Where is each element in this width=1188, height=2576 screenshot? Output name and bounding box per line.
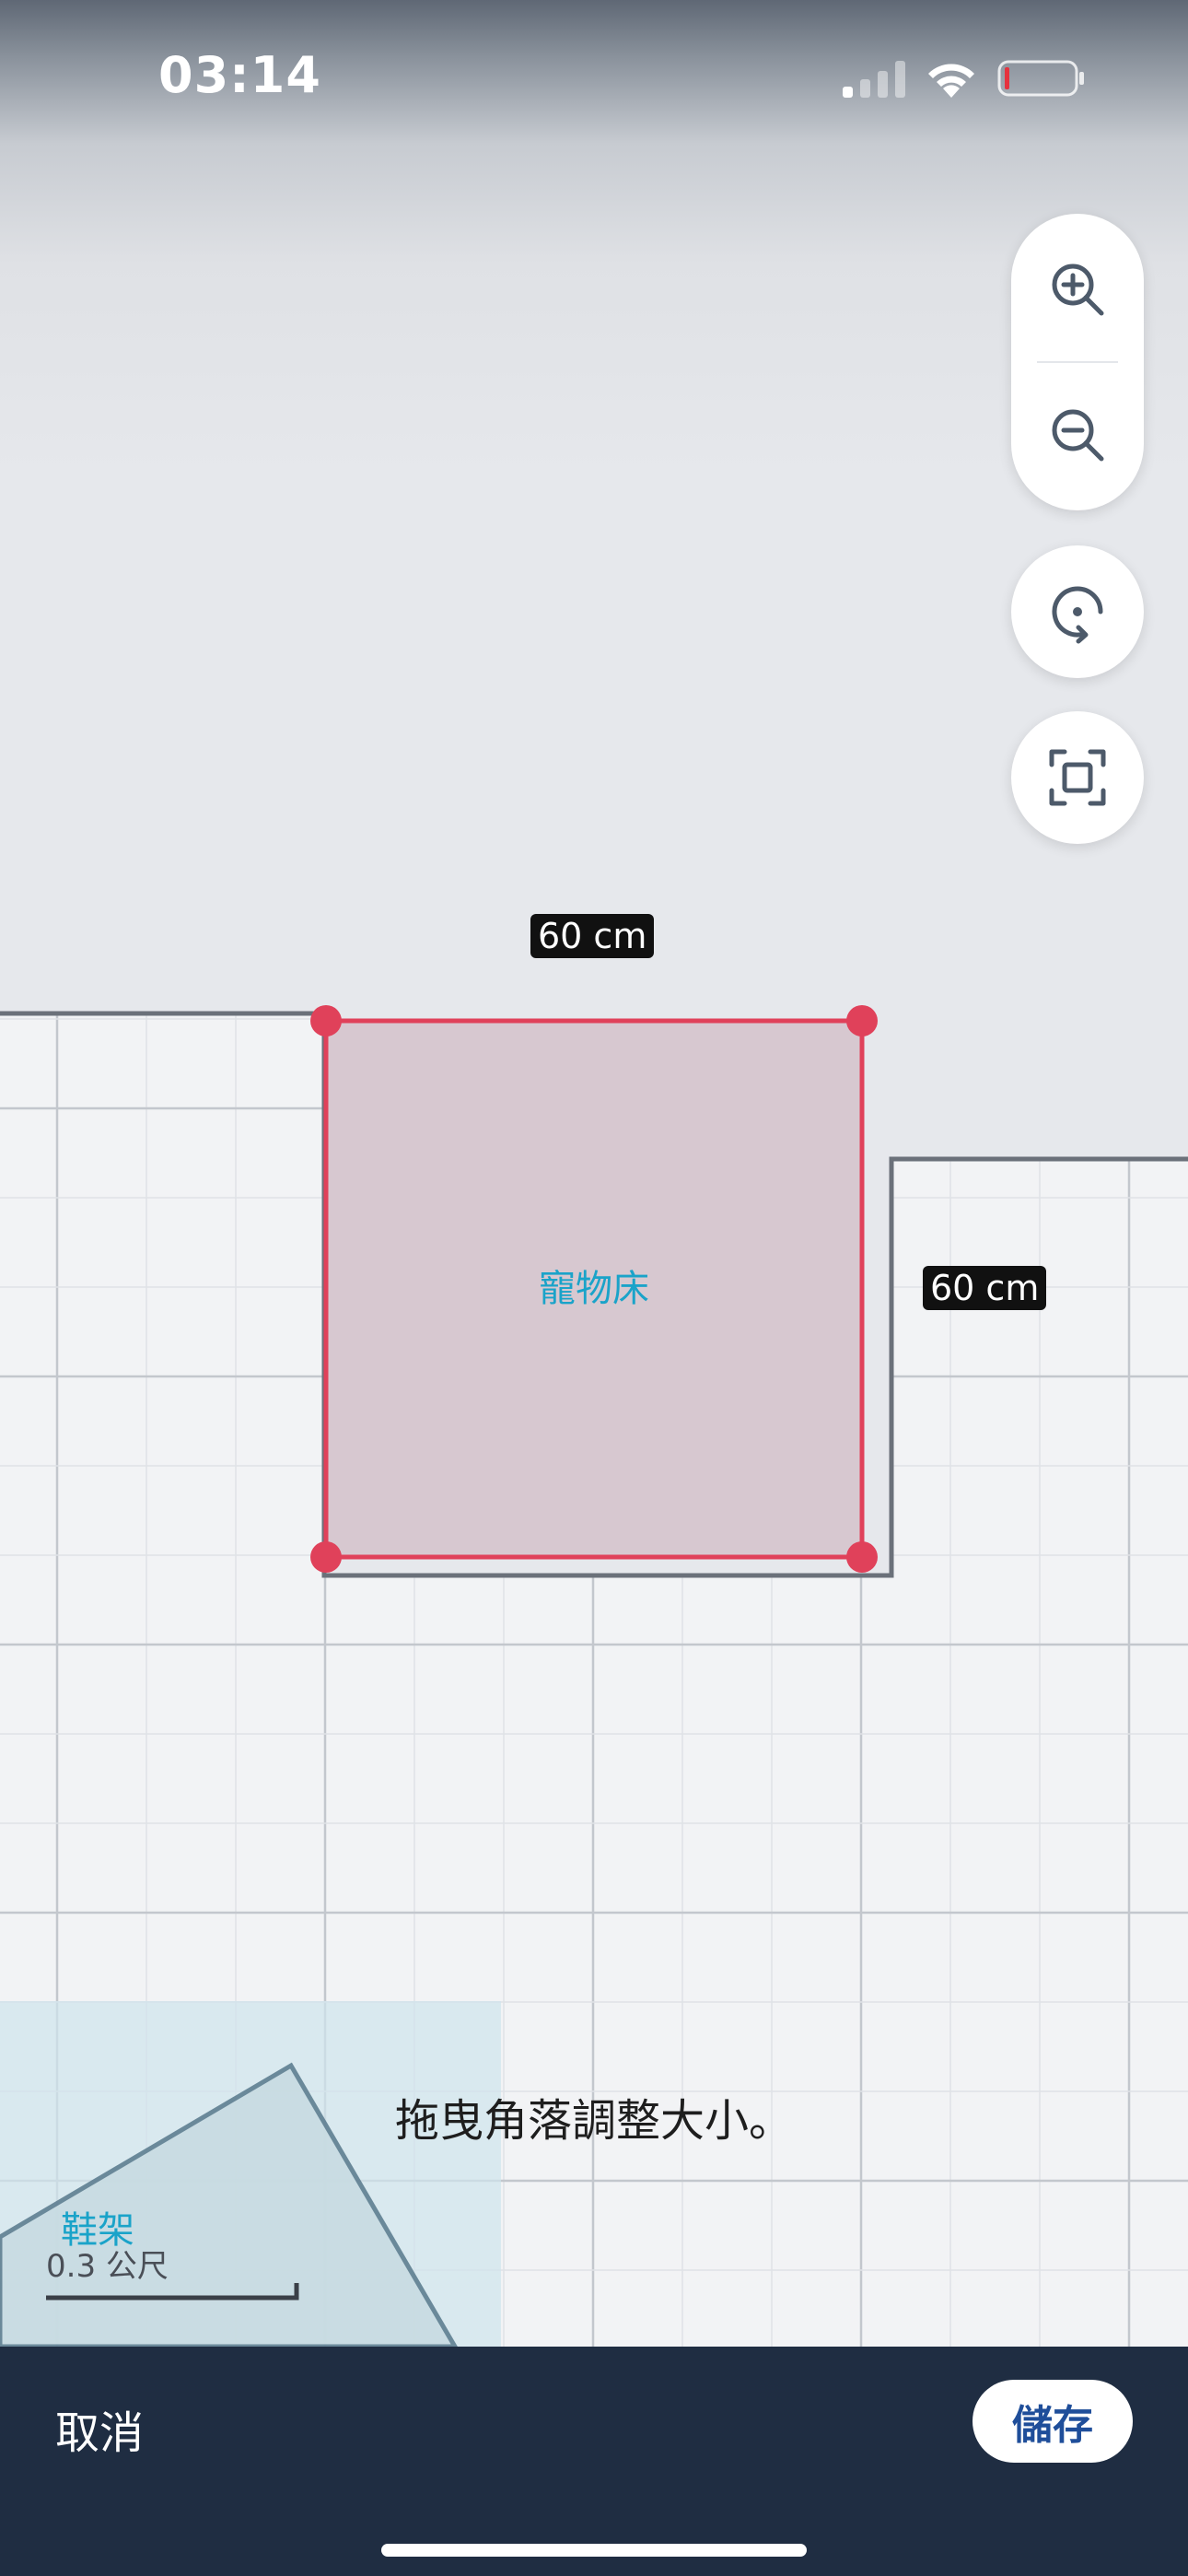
fit-screen-button[interactable] <box>1011 711 1144 844</box>
zoom-in-button[interactable] <box>1011 223 1144 356</box>
cancel-button[interactable]: 取消 <box>55 2396 144 2461</box>
zoom-out-icon <box>1052 409 1104 462</box>
cellular-signal-icon <box>843 61 905 98</box>
zoom-controls <box>1011 214 1144 510</box>
screen: 03:14 60 cm 60 cm 寵物床 鞋架 0.3 公尺 拖曳角落調整大小… <box>0 0 1188 2576</box>
battery-icon <box>997 60 1084 97</box>
rotate-button[interactable] <box>1011 545 1144 678</box>
resize-handle-top-left[interactable] <box>310 1005 342 1036</box>
rotate-icon <box>1052 586 1103 644</box>
pet-bed-label: 寵物床 <box>539 1268 649 1310</box>
width-dimension-label: 60 cm <box>530 914 655 958</box>
zoom-divider <box>1037 361 1118 363</box>
scale-label: 0.3 公尺 <box>46 2248 169 2285</box>
status-time: 03:14 <box>158 46 321 104</box>
resize-handle-top-right[interactable] <box>846 1005 878 1036</box>
bottom-action-bar: 取消 儲存 <box>0 2347 1188 2576</box>
resize-handle-bottom-right[interactable] <box>846 1541 878 1573</box>
home-indicator <box>381 2544 807 2557</box>
save-button[interactable]: 儲存 <box>973 2380 1133 2463</box>
resize-hint: 拖曳角落調整大小。 <box>394 2095 793 2147</box>
zoom-out-button[interactable] <box>1011 369 1144 501</box>
depth-dimension-label: 60 cm <box>923 1266 1047 1310</box>
zoom-in-icon <box>1052 263 1104 316</box>
wifi-icon <box>928 64 974 98</box>
fit-screen-icon <box>1049 749 1106 806</box>
resize-handle-bottom-left[interactable] <box>310 1541 342 1573</box>
